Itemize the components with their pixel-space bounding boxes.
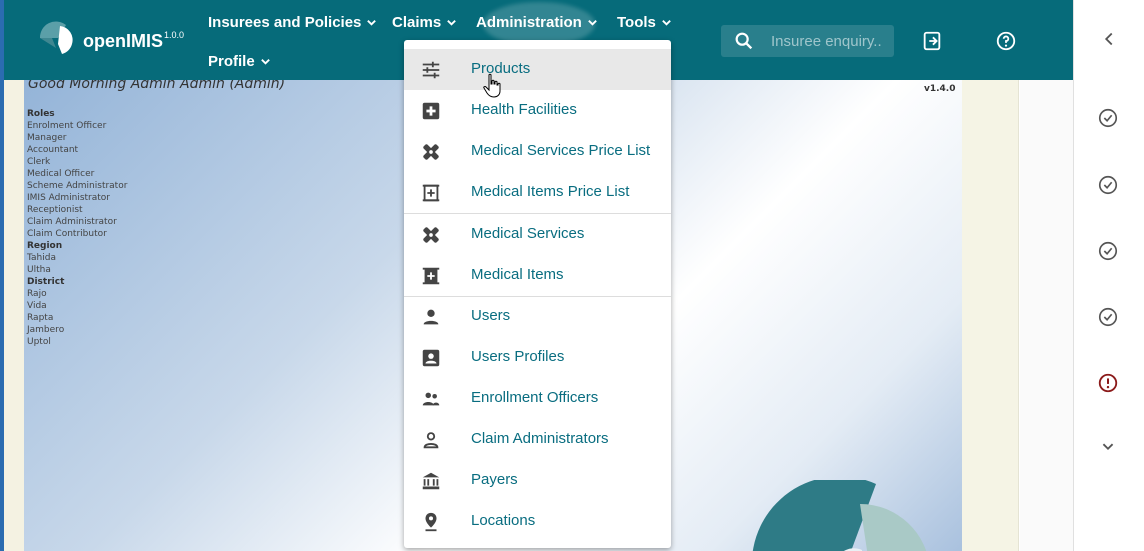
people-icon: [422, 392, 440, 406]
bandages-icon: [423, 144, 439, 160]
district-item: Vida: [27, 301, 47, 311]
menu-item-enrollment-officers[interactable]: Enrollment Officers: [404, 378, 671, 419]
role-item: Claim Contributor: [27, 229, 107, 239]
content-right-strip: [962, 80, 1019, 551]
menu-item-label: Products: [471, 60, 531, 77]
insuree-search: [721, 25, 894, 57]
nav-tools-label: Tools: [617, 14, 656, 31]
content-right-margin: [1020, 80, 1073, 551]
greeting-text: Good Morning Admin Admin (Admin): [28, 80, 286, 92]
menu-item-label: Locations: [471, 512, 536, 529]
menu-item-users-profiles[interactable]: Users Profiles: [404, 337, 671, 378]
medicine-cabinet-icon: [422, 267, 440, 285]
chevron-down-icon: [447, 20, 457, 26]
chevron-down-icon[interactable]: [1097, 435, 1119, 457]
administration-menu: Products Health Facilities Medical Servi…: [404, 40, 671, 548]
role-item: Accountant: [27, 145, 79, 155]
district-item: Jambero: [27, 325, 65, 335]
app-version: v1.4.0: [924, 84, 956, 94]
medical-cross-icon: [422, 102, 440, 120]
role-item: IMIS Administrator: [27, 193, 110, 203]
district-item: Uptol: [27, 337, 51, 347]
role-item: Claim Administrator: [27, 217, 117, 227]
nav-profile-label: Profile: [208, 53, 255, 70]
check-circle-icon[interactable]: [1097, 306, 1119, 328]
district-header: District: [27, 277, 65, 287]
menu-item-medical-services-price-list[interactable]: Medical Services Price List: [404, 131, 671, 172]
nav-tools[interactable]: Tools: [617, 14, 672, 31]
role-item: Scheme Administrator: [27, 181, 128, 191]
chevron-down-icon: [588, 20, 597, 26]
menu-item-label: Claim Administrators: [471, 430, 609, 447]
check-circle-icon[interactable]: [1097, 107, 1119, 129]
region-item: Ultha: [27, 265, 51, 275]
error-circle-icon[interactable]: [1097, 372, 1119, 394]
district-item: Rajo: [27, 289, 47, 299]
logout-icon[interactable]: [921, 30, 943, 52]
role-item: Enrolment Officer: [27, 121, 107, 131]
openimis-watermark-logo: [752, 480, 927, 551]
check-circle-icon[interactable]: [1097, 174, 1119, 196]
brand-title[interactable]: openIMIS1.0.0: [83, 30, 185, 52]
nav-profile[interactable]: Profile: [208, 53, 271, 70]
menu-item-products[interactable]: Products: [404, 49, 671, 90]
openimis-logo-icon: [39, 21, 73, 54]
menu-item-label: Medical Items Price List: [471, 183, 630, 200]
menu-item-payers[interactable]: Payers: [404, 460, 671, 501]
menu-item-label: Health Facilities: [471, 101, 577, 118]
menu-item-label: Medical Services: [471, 225, 585, 242]
role-item: Medical Officer: [27, 169, 95, 179]
menu-item-label: Users Profiles: [471, 348, 565, 365]
content-left-border: [4, 80, 24, 551]
menu-item-medical-items-price-list[interactable]: Medical Items Price List: [404, 172, 671, 213]
bandages-icon: [423, 227, 439, 243]
chevron-left-icon[interactable]: [1098, 28, 1120, 50]
bank-icon: [422, 472, 440, 490]
menu-item-label: Users: [471, 307, 511, 324]
insuree-search-input[interactable]: [771, 32, 883, 50]
nav-insurees-label: Insurees and Policies: [208, 14, 362, 31]
menu-item-label: Medical Items: [471, 266, 564, 283]
menu-item-users[interactable]: Users: [404, 296, 671, 337]
menu-item-medical-services[interactable]: Medical Services: [404, 214, 671, 255]
menu-item-locations[interactable]: Locations: [404, 501, 671, 542]
nav-insurees-and-policies[interactable]: Insurees and Policies: [208, 14, 377, 31]
menu-item-label: Payers: [471, 471, 518, 488]
search-icon[interactable]: [733, 30, 755, 52]
nav-administration-label: Administration: [476, 14, 582, 31]
nav-claims[interactable]: Claims: [392, 14, 457, 31]
district-item: Rapta: [27, 313, 54, 323]
check-circle-icon[interactable]: [1097, 240, 1119, 262]
person-outline-icon: [423, 432, 439, 449]
roles-header: Roles: [27, 109, 55, 119]
region-item: Tahida: [27, 253, 56, 263]
menu-item-claim-administrators[interactable]: Claim Administrators: [404, 419, 671, 460]
person-icon: [423, 309, 439, 325]
sliders-icon: [422, 61, 440, 79]
role-item: Manager: [27, 133, 67, 143]
role-item: Clerk: [27, 157, 51, 167]
region-header: Region: [27, 241, 63, 251]
chevron-down-icon: [367, 20, 377, 26]
medicine-cabinet-icon: [422, 184, 440, 202]
menu-item-label: Enrollment Officers: [471, 389, 599, 406]
nav-claims-label: Claims: [392, 14, 442, 31]
menu-item-health-facilities[interactable]: Health Facilities: [404, 90, 671, 131]
role-item: Receptionist: [27, 205, 83, 215]
user-info-list: Roles Enrolment Officer Manager Accounta…: [27, 108, 127, 348]
right-sidebar: [1073, 0, 1144, 551]
location-pin-icon: [425, 512, 437, 532]
menu-item-label: Medical Services Price List: [471, 142, 651, 159]
account-box-icon: [422, 349, 440, 367]
nav-administration[interactable]: Administration: [476, 14, 598, 31]
help-icon[interactable]: [995, 30, 1017, 52]
menu-item-medical-items[interactable]: Medical Items: [404, 255, 671, 296]
chevron-down-icon: [662, 20, 671, 26]
brand-version: 1.0.0: [164, 30, 185, 40]
chevron-down-icon: [260, 59, 270, 65]
